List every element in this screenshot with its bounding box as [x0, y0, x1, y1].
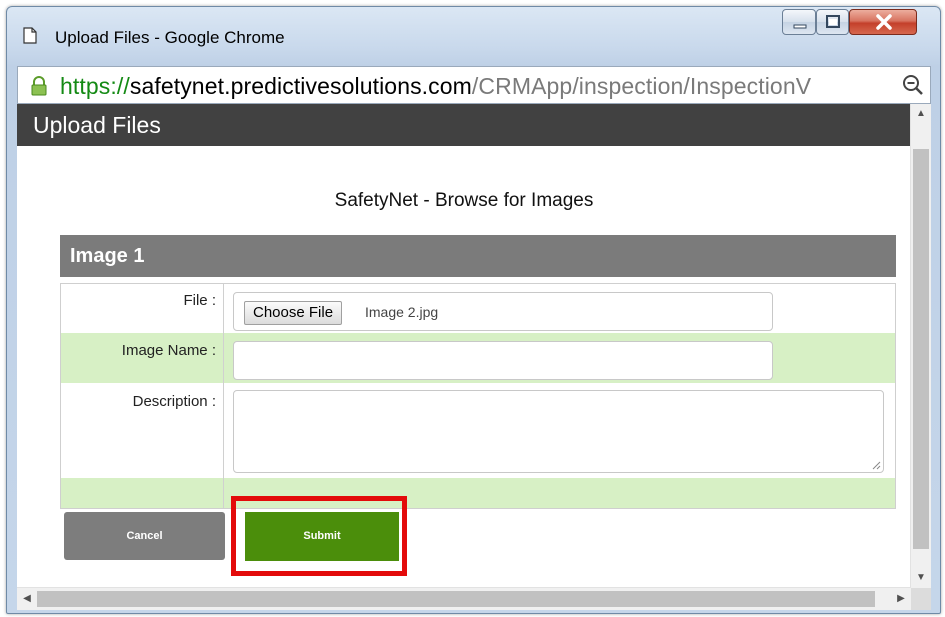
url-scheme: https:// — [60, 73, 130, 99]
description-row: Description : — [61, 383, 895, 478]
file-row: File : Choose File Image 2.jpg — [61, 284, 895, 333]
window-title: Upload Files - Google Chrome — [55, 28, 285, 47]
horizontal-scroll-thumb[interactable] — [37, 591, 875, 607]
vertical-scrollbar[interactable]: ▲ ▼ — [910, 104, 931, 588]
browser-window: Upload Files - Google Chrome https://saf… — [6, 6, 941, 614]
scroll-up-icon[interactable]: ▲ — [911, 104, 931, 124]
image-name-input[interactable] — [233, 341, 773, 380]
page-subtitle: SafetyNet - Browse for Images — [334, 190, 594, 211]
url-text: https://safetynet.predictivesolutions.co… — [60, 73, 900, 100]
scroll-down-icon[interactable]: ▼ — [911, 568, 931, 588]
scrollbar-corner — [911, 588, 931, 610]
column-divider — [223, 284, 224, 508]
title-bar[interactable]: Upload Files - Google Chrome — [7, 7, 940, 57]
page-content: Upload Files SafetyNet - Browse for Imag… — [17, 104, 931, 610]
url-host: safetynet.predictivesolutions.com — [129, 73, 472, 99]
selected-file-name: Image 2.jpg — [365, 304, 439, 320]
cancel-button[interactable]: Cancel — [64, 512, 225, 560]
minimize-icon — [793, 24, 807, 29]
image-name-row: Image Name : — [61, 333, 895, 383]
description-textarea[interactable] — [233, 390, 884, 473]
lock-icon — [30, 76, 48, 101]
image-name-label: Image Name : — [121, 342, 216, 359]
file-label: File : — [183, 292, 216, 309]
resize-handle-icon[interactable] — [871, 460, 881, 470]
vertical-scroll-thumb[interactable] — [913, 149, 929, 549]
close-button[interactable] — [849, 9, 917, 35]
close-icon — [876, 14, 892, 30]
description-label: Description : — [132, 393, 216, 410]
scroll-right-icon[interactable]: ▶ — [891, 589, 911, 609]
upload-form: File : Choose File Image 2.jpg Image Nam… — [60, 283, 896, 509]
maximize-icon — [826, 15, 840, 28]
submit-button[interactable]: Submit — [245, 512, 399, 561]
choose-file-button[interactable]: Choose File — [244, 301, 343, 325]
page-header: Upload Files — [17, 104, 911, 146]
horizontal-scrollbar[interactable]: ◀ ▶ — [17, 587, 911, 610]
file-input[interactable]: Choose File Image 2.jpg — [233, 292, 773, 331]
url-path: /CRMApp/inspection/InspectionV — [471, 73, 812, 99]
minimize-button[interactable] — [782, 9, 816, 35]
maximize-button[interactable] — [816, 9, 849, 35]
form-footer-row — [61, 478, 895, 508]
section-title: Image 1 — [60, 235, 896, 277]
page-icon — [23, 27, 37, 44]
scroll-left-icon[interactable]: ◀ — [17, 589, 37, 609]
zoom-icon[interactable] — [902, 74, 924, 101]
address-bar[interactable]: https://safetynet.predictivesolutions.co… — [17, 66, 931, 104]
